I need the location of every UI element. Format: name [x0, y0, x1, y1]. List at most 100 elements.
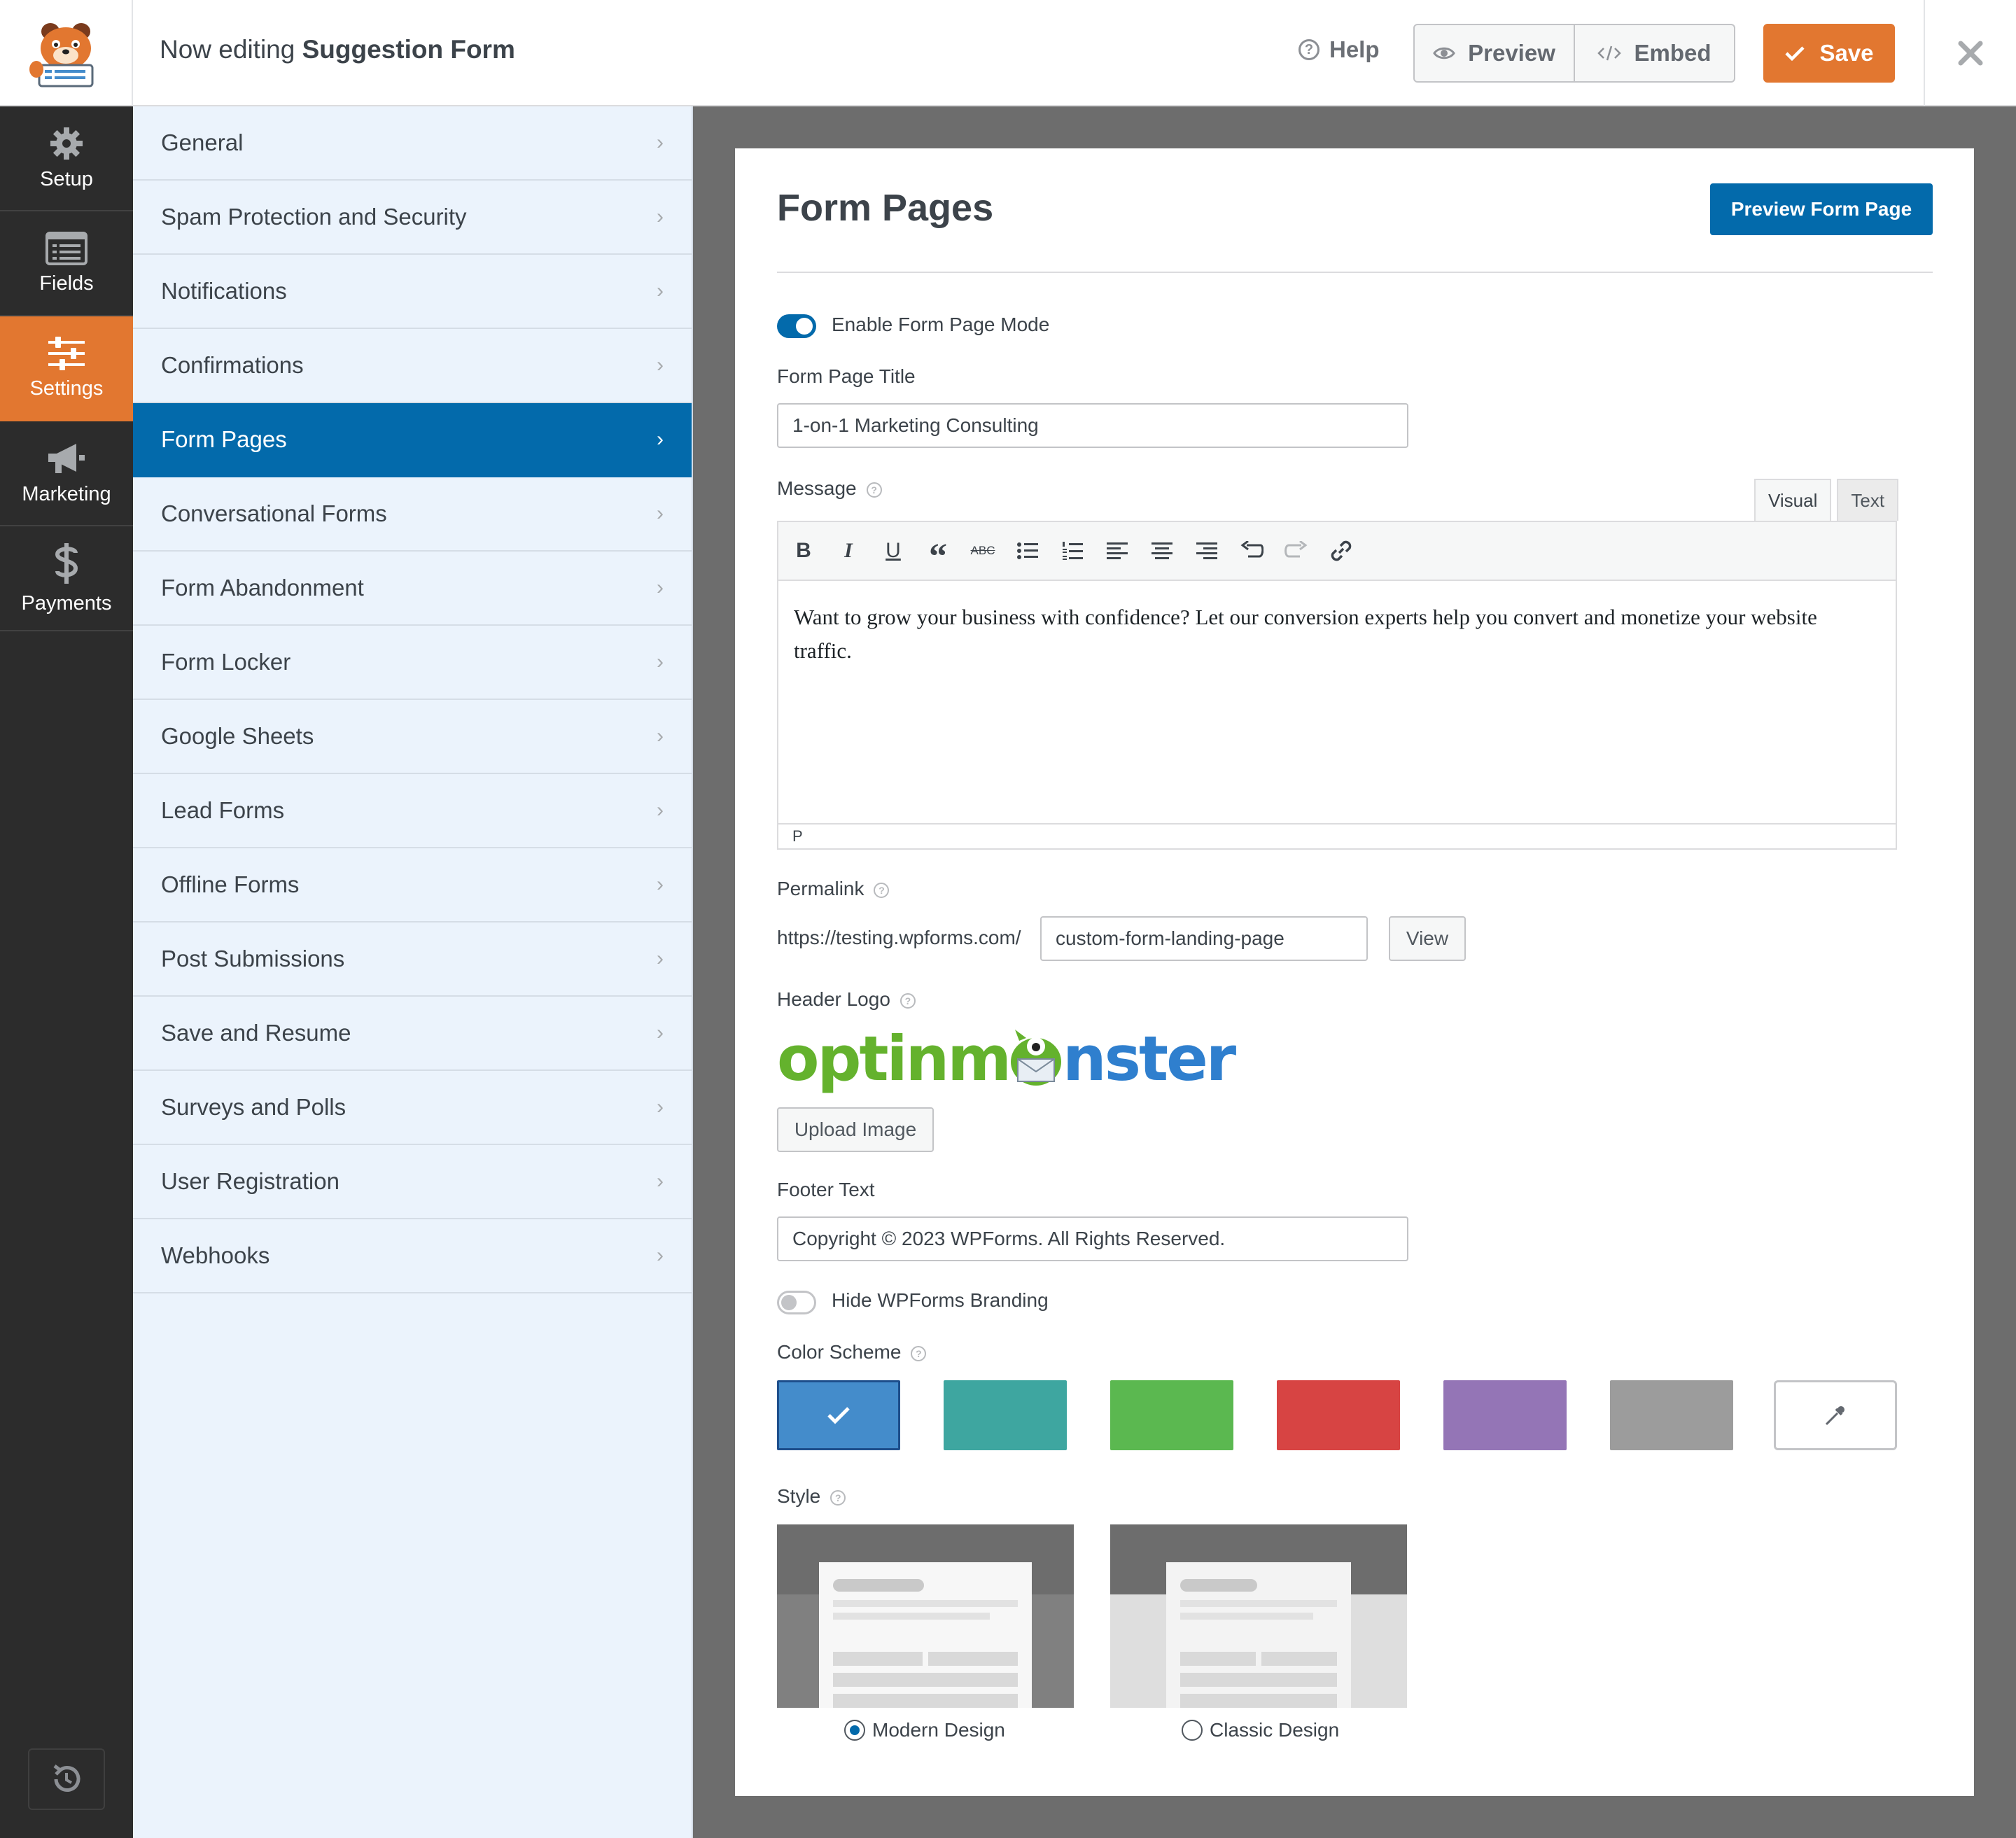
save-label: Save [1819, 40, 1874, 66]
footer-text-input[interactable]: Copyright © 2023 WPForms. All Rights Res… [777, 1216, 1408, 1261]
fields-icon [46, 231, 88, 265]
eyedropper-icon [1825, 1406, 1844, 1426]
style-modern-thumbnail[interactable] [777, 1524, 1074, 1708]
color-swatch-green[interactable] [1110, 1380, 1233, 1450]
style-classic-option[interactable]: Classic Design [1182, 1719, 1339, 1741]
preview-form-page-button[interactable]: Preview Form Page [1710, 183, 1933, 235]
panel-item-surveys-and-polls[interactable]: Surveys and Polls › [133, 1071, 692, 1145]
underline-icon[interactable]: U [881, 538, 906, 563]
align-right-icon[interactable] [1194, 538, 1219, 563]
panel-item-form-locker[interactable]: Form Locker › [133, 626, 692, 700]
style-modern-radio[interactable] [844, 1720, 865, 1741]
editor-path: P [778, 823, 1896, 848]
embed-button[interactable]: Embed [1574, 25, 1734, 81]
preview-button[interactable]: Preview [1415, 25, 1574, 81]
settings-panel: General › Spam Protection and Security › N… [133, 106, 693, 1838]
panel-item-label: Notifications [161, 278, 287, 304]
panel-item-lead-forms[interactable]: Lead Forms › [133, 774, 692, 848]
gear-icon [50, 127, 83, 160]
panel-item-form-abandonment[interactable]: Form Abandonment › [133, 552, 692, 626]
panel-item-general[interactable]: General › [133, 106, 692, 181]
chevron-right-icon: › [657, 1170, 664, 1193]
undo-icon[interactable] [1239, 538, 1264, 563]
italic-icon[interactable]: I [836, 538, 861, 563]
bullet-list-icon[interactable] [1015, 538, 1040, 563]
revisions-button[interactable] [28, 1748, 105, 1810]
style-classic-radio[interactable] [1182, 1720, 1203, 1741]
numbered-list-icon[interactable] [1060, 538, 1085, 563]
chevron-right-icon: › [657, 650, 664, 673]
panel-item-form-pages[interactable]: Form Pages › [133, 403, 692, 477]
rail-item-settings[interactable]: Settings [0, 316, 133, 421]
top-bar: Now editing Suggestion Form ? Help Previ… [0, 0, 2016, 106]
chevron-right-icon: › [657, 353, 664, 377]
panel-item-label: General [161, 129, 244, 155]
color-scheme-label-text: Color Scheme [777, 1341, 902, 1363]
style-modern-option[interactable]: Modern Design [844, 1719, 1005, 1741]
panel-item-user-registration[interactable]: User Registration › [133, 1145, 692, 1219]
footer-text-label: Footer Text [777, 1179, 875, 1200]
color-swatch-blue[interactable] [777, 1380, 900, 1450]
upload-image-button[interactable]: Upload Image [777, 1107, 934, 1152]
help-tooltip-icon[interactable]: ? [866, 482, 882, 498]
editor-toolbar: B I U “ ABC [778, 522, 1896, 581]
panel-item-confirmations[interactable]: Confirmations › [133, 329, 692, 403]
help-button[interactable]: ? Help [1298, 36, 1380, 63]
chevron-right-icon: › [657, 428, 664, 451]
panel-item-notifications[interactable]: Notifications › [133, 255, 692, 329]
align-left-icon[interactable] [1105, 538, 1130, 563]
page-title: Form Pages [777, 187, 994, 229]
panel-item-webhooks[interactable]: Webhooks › [133, 1219, 692, 1293]
history-icon [53, 1765, 80, 1792]
wpforms-logo[interactable] [0, 0, 133, 106]
color-swatch-gray[interactable] [1610, 1380, 1733, 1450]
tab-visual[interactable]: Visual [1754, 479, 1832, 521]
tab-text[interactable]: Text [1837, 479, 1899, 521]
rail-item-marketing[interactable]: Marketing [0, 421, 133, 526]
chevron-right-icon: › [657, 1244, 664, 1267]
link-icon[interactable] [1329, 538, 1354, 563]
form-page-title-input[interactable]: 1-on-1 Marketing Consulting [777, 403, 1408, 448]
view-permalink-button[interactable]: View [1389, 916, 1466, 961]
align-center-icon[interactable] [1149, 538, 1175, 563]
panel-item-offline-forms[interactable]: Offline Forms › [133, 848, 692, 922]
help-tooltip-icon[interactable]: ? [830, 1489, 846, 1506]
editor-content[interactable]: Want to grow your business with confiden… [778, 581, 1896, 823]
panel-item-google-sheets[interactable]: Google Sheets › [133, 700, 692, 774]
sliders-icon [48, 336, 85, 370]
header-logo-label-text: Header Logo [777, 988, 890, 1010]
bold-icon[interactable]: B [791, 538, 816, 563]
color-picker-button[interactable] [1774, 1380, 1897, 1450]
form-name: Suggestion Form [302, 35, 515, 64]
rail-label-settings: Settings [29, 377, 104, 400]
color-swatch-purple[interactable] [1443, 1380, 1567, 1450]
panel-item-save-and-resume[interactable]: Save and Resume › [133, 997, 692, 1071]
blockquote-icon[interactable]: “ [925, 538, 951, 575]
enable-form-page-toggle[interactable] [777, 314, 816, 338]
rail-item-fields[interactable]: Fields [0, 211, 133, 316]
close-button[interactable] [1924, 0, 2016, 106]
close-icon [1958, 41, 1983, 66]
permalink-label: Permalink? [777, 878, 890, 900]
help-tooltip-icon[interactable]: ? [911, 1345, 927, 1361]
color-swatch-teal[interactable] [944, 1380, 1067, 1450]
panel-item-label: Form Locker [161, 649, 291, 675]
redo-icon[interactable] [1284, 538, 1309, 563]
permalink-slug-input[interactable]: custom-form-landing-page [1040, 916, 1368, 961]
panel-item-conversational-forms[interactable]: Conversational Forms › [133, 477, 692, 552]
message-editor: B I U “ ABC Want to grow your business w… [777, 521, 1897, 850]
permalink-slug-value: custom-form-landing-page [1056, 927, 1284, 949]
hide-branding-toggle[interactable] [777, 1291, 816, 1314]
rail-item-payments[interactable]: Payments [0, 526, 133, 631]
color-swatch-red[interactable] [1277, 1380, 1400, 1450]
style-classic-thumbnail[interactable] [1110, 1524, 1407, 1708]
rail-item-setup[interactable]: Setup [0, 106, 133, 211]
help-label: Help [1329, 36, 1380, 62]
help-tooltip-icon[interactable]: ? [899, 992, 916, 1009]
help-tooltip-icon[interactable]: ? [874, 882, 890, 898]
panel-item-label: Google Sheets [161, 723, 314, 749]
panel-item-spam-protection[interactable]: Spam Protection and Security › [133, 181, 692, 255]
panel-item-post-submissions[interactable]: Post Submissions › [133, 922, 692, 997]
save-button[interactable]: Save [1763, 24, 1895, 83]
strikethrough-icon[interactable]: ABC [970, 538, 995, 563]
